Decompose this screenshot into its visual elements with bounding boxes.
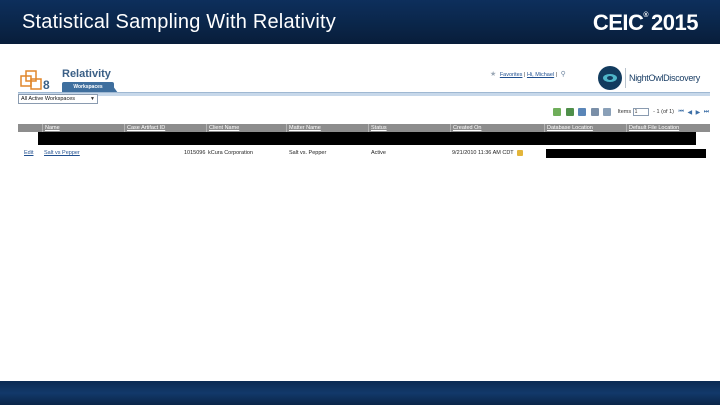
- row-matter: Salt vs. Pepper: [289, 150, 327, 156]
- nightowl-logo: NightOwlDiscovery: [598, 66, 710, 90]
- row-status: Active: [371, 150, 386, 156]
- search-user-icon[interactable]: ⚲: [561, 70, 566, 78]
- footer-banner: [0, 381, 720, 405]
- redacted-filter-row: [38, 132, 696, 145]
- relativity-app: 8 Relativity Workspaces ★ Favorites | Hi…: [18, 62, 710, 172]
- row-client: kCura Corporation: [208, 150, 253, 156]
- row-created: 9/21/2010 11:36 AM CDT: [452, 149, 523, 158]
- brand-mark: ®: [643, 12, 649, 19]
- workspace-filter-select[interactable]: All Active Workspaces ▼: [18, 94, 98, 104]
- last-page-icon[interactable]: ⏭: [704, 109, 709, 116]
- chevron-down-icon: ▼: [90, 96, 95, 102]
- col-case-artifact-id[interactable]: Case Artifact ID: [124, 124, 206, 132]
- header-links: ★ Favorites | Hi, Michael | ⚲: [490, 70, 566, 78]
- col-status[interactable]: Status: [368, 124, 450, 132]
- items-page-input[interactable]: 1: [632, 108, 649, 116]
- title-banner: Statistical Sampling With Relativity CEI…: [0, 0, 720, 44]
- clear-filter-icon[interactable]: [590, 108, 599, 116]
- col-default-file-location[interactable]: Default File Location: [626, 124, 710, 132]
- prev-page-icon[interactable]: ◀: [687, 109, 692, 116]
- grid-toolbar: Items 1 - 1 (of 1) ⏮ ◀ ▶ ⏭: [553, 108, 713, 118]
- filter-icon[interactable]: [578, 108, 587, 116]
- svg-text:8: 8: [43, 78, 50, 92]
- row-created-text: 9/21/2010 11:36 AM CDT: [452, 150, 514, 156]
- owl-icon: [598, 66, 622, 90]
- star-icon: ★: [490, 71, 497, 78]
- table-row: Edit Salt vs Pepper 1015096 kCura Corpor…: [18, 149, 710, 158]
- relativity-logo-icon: 8: [20, 70, 50, 92]
- items-count: - 1 (of 1): [653, 109, 674, 115]
- user-greeting-link[interactable]: Hi, Michael: [527, 72, 554, 78]
- lock-icon: [516, 149, 523, 156]
- link-arrows-icon[interactable]: [553, 108, 561, 116]
- next-page-icon[interactable]: ▶: [696, 109, 701, 116]
- first-page-icon[interactable]: ⏮: [679, 109, 684, 116]
- col-client-name[interactable]: Client Name: [206, 124, 286, 132]
- logo-divider: [625, 68, 626, 88]
- slide-title: Statistical Sampling With Relativity: [22, 11, 336, 33]
- workspace-filter-value: All Active Workspaces: [21, 96, 76, 102]
- items-label: Items: [617, 109, 632, 115]
- redacted-locations: [546, 149, 706, 158]
- relativity-logo-text: Relativity: [62, 68, 111, 80]
- edit-pencil-icon[interactable]: [603, 108, 612, 116]
- row-name-link[interactable]: Salt vs Pepper: [44, 149, 80, 158]
- nightowl-name: NightOwlDiscovery: [629, 73, 700, 83]
- favorites-link[interactable]: Favorites: [500, 72, 523, 78]
- grid-header: Name Case Artifact ID Client Name Matter…: [18, 124, 710, 132]
- header-separator-2: |: [555, 72, 558, 78]
- slide: Statistical Sampling With Relativity CEI…: [0, 0, 720, 405]
- row-edit-link[interactable]: Edit: [24, 149, 33, 158]
- nav-bar: [18, 92, 710, 96]
- col-database-location[interactable]: Database Location: [544, 124, 626, 132]
- ceic-brand: CEIC® 2015: [592, 10, 699, 36]
- header-separator: |: [523, 72, 526, 78]
- export-icon[interactable]: [565, 108, 574, 116]
- row-artifact-id: 1015096: [184, 150, 206, 156]
- brand-year: 2015: [651, 10, 698, 35]
- workspace-grid: Name Case Artifact ID Client Name Matter…: [18, 124, 710, 158]
- col-name[interactable]: Name: [42, 124, 124, 132]
- col-created-on[interactable]: Created On: [450, 124, 544, 132]
- brand-name: CEIC: [592, 10, 644, 35]
- col-matter-name[interactable]: Matter Name: [286, 124, 368, 132]
